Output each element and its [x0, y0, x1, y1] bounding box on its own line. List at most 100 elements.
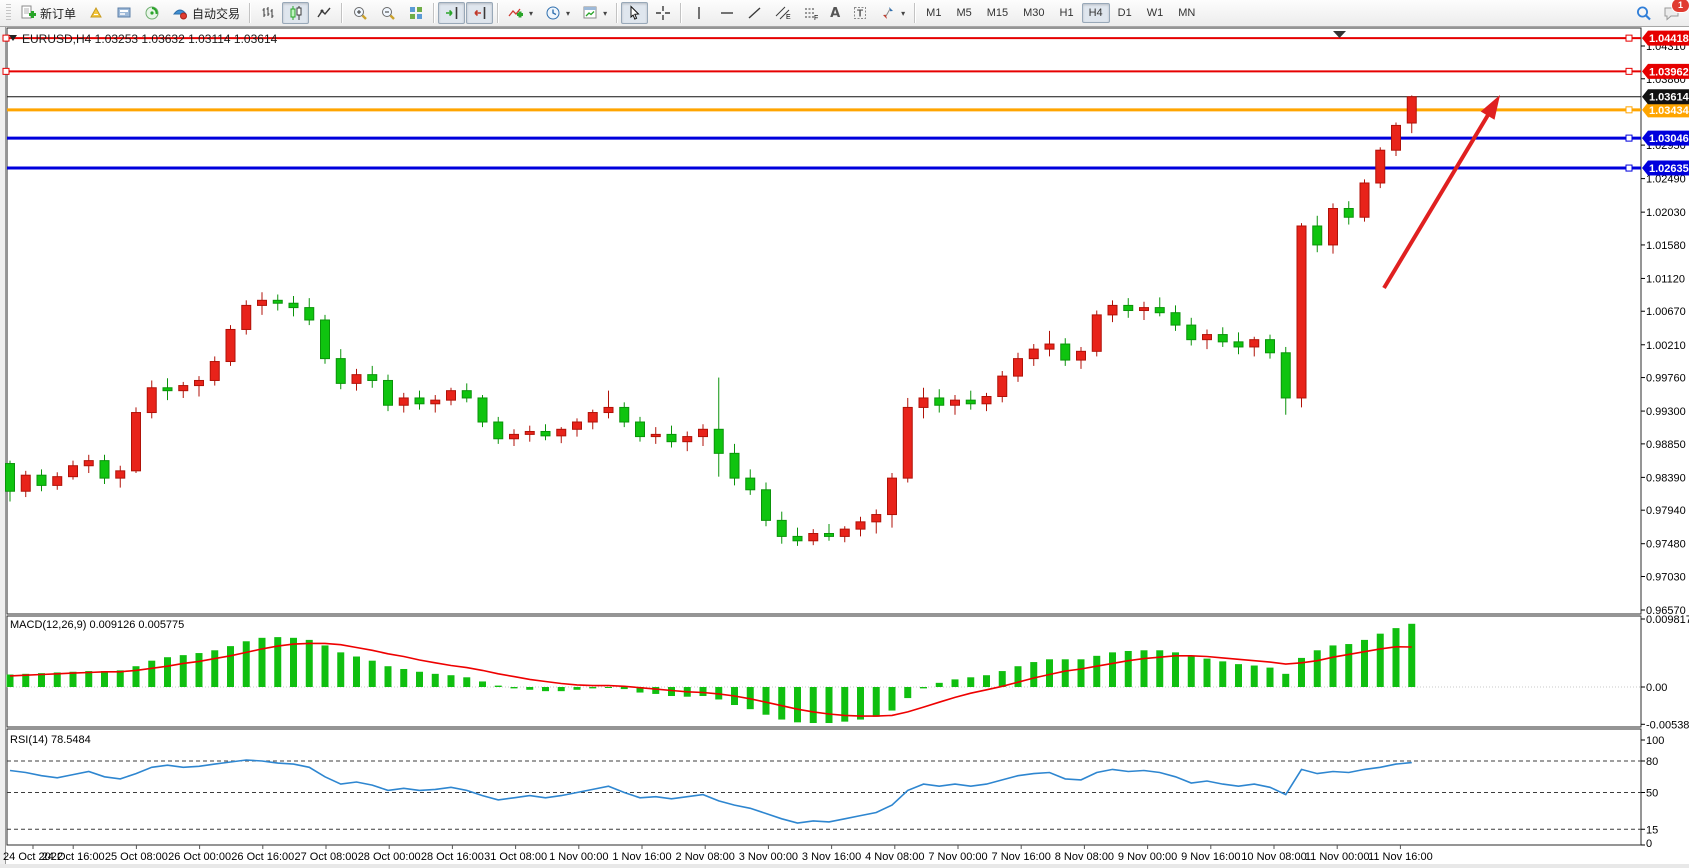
candle-body: [1218, 335, 1227, 342]
data-window-button[interactable]: [110, 2, 137, 24]
timeframe-m5-button[interactable]: M5: [949, 3, 978, 23]
macd-histogram-bar: [700, 687, 707, 696]
line-handle[interactable]: [3, 35, 9, 41]
navigator-icon: [143, 5, 160, 22]
bar-chart-button[interactable]: [254, 2, 281, 24]
candlestick-chart-icon: [287, 5, 304, 22]
macd-histogram-bar: [259, 638, 266, 687]
macd-pane: 0.0098170.00-0.005384MACD(12,26,9) 0.009…: [7, 614, 1689, 731]
chart-window[interactable]: 1.043101.038601.029501.024901.020301.015…: [0, 27, 1689, 868]
candle-body: [1187, 325, 1196, 340]
notifications-button[interactable]: 1: [1658, 2, 1685, 24]
candle-body: [368, 375, 377, 381]
macd-axis-label: -0.005384: [1646, 719, 1689, 731]
line-handle[interactable]: [1626, 135, 1632, 141]
templates-dropdown-button[interactable]: ▾: [576, 2, 612, 24]
toolbar-separator: [341, 3, 342, 23]
toolbar-grip[interactable]: [6, 4, 11, 22]
zoom-in-button[interactable]: [346, 2, 373, 24]
new-order-button[interactable]: 新订单: [14, 2, 81, 24]
candle-body: [415, 398, 424, 404]
new-order-icon: [19, 5, 36, 22]
line-handle[interactable]: [1626, 165, 1632, 171]
timeframe-m15-button[interactable]: M15: [980, 3, 1015, 23]
crosshair-tool-button[interactable]: [649, 2, 676, 24]
candlestick-chart-button[interactable]: [282, 2, 309, 24]
tile-windows-button[interactable]: [402, 2, 429, 24]
candle-body: [573, 422, 582, 429]
chart-canvas[interactable]: 1.043101.038601.029501.024901.020301.015…: [0, 27, 1689, 868]
macd-histogram-bar: [196, 653, 203, 687]
macd-histogram-bar: [1314, 650, 1321, 687]
zoom-out-button[interactable]: [374, 2, 401, 24]
candle-body: [525, 431, 534, 434]
indicators-dropdown-button[interactable]: ▾: [502, 2, 538, 24]
candle-body: [84, 461, 93, 466]
horizontal-line-icon: [718, 5, 735, 22]
macd-histogram-bar: [967, 677, 974, 687]
macd-histogram-bar: [322, 645, 329, 687]
line-handle[interactable]: [1626, 68, 1632, 74]
price-axis-label: 0.97480: [1646, 539, 1686, 551]
chart-shift-button[interactable]: [466, 2, 493, 24]
candle-body: [856, 522, 865, 529]
macd-histogram-bar: [1015, 666, 1022, 687]
time-axis-label: 2 Nov 08:00: [676, 851, 735, 863]
candle-body: [478, 398, 487, 422]
macd-histogram-bar: [101, 671, 108, 687]
navigator-button[interactable]: [138, 2, 165, 24]
channel-tool-button[interactable]: E: [769, 2, 796, 24]
trend-arrow-annotation[interactable]: [1384, 95, 1500, 288]
chart-shift-marker[interactable]: [1333, 31, 1346, 38]
candle-body: [966, 400, 975, 404]
arrow-head[interactable]: [1481, 95, 1500, 120]
price-axis-label: 1.01580: [1646, 240, 1686, 252]
timeframe-h4-button[interactable]: H4: [1082, 3, 1110, 23]
trendline-tool-button[interactable]: [741, 2, 768, 24]
time-axis-label: 11 Nov 00:00: [1305, 851, 1370, 863]
candle-body: [6, 464, 15, 492]
macd-histogram-bar: [70, 672, 77, 687]
search-button[interactable]: [1630, 2, 1657, 24]
time-axis: 24 Oct 202224 Oct 16:0025 Oct 08:0026 Oc…: [3, 845, 1433, 863]
timeframe-m1-button[interactable]: M1: [919, 3, 948, 23]
text-tool-button[interactable]: A: [825, 2, 845, 24]
vertical-line-icon: [690, 5, 707, 22]
macd-axis-label: 0.00: [1646, 682, 1667, 694]
candle-body: [793, 536, 802, 540]
timeframe-h1-button[interactable]: H1: [1053, 3, 1081, 23]
timeframe-group: M1M5M15M30H1H4D1W1MN: [919, 3, 1202, 23]
horizontal-line-tool-button[interactable]: [713, 2, 740, 24]
price-axis-label: 1.01120: [1646, 273, 1685, 285]
candle-body: [1029, 349, 1038, 358]
candle-body: [1266, 340, 1275, 353]
macd-histogram-bar: [337, 652, 344, 687]
market-watch-button[interactable]: [82, 2, 109, 24]
auto-scroll-button[interactable]: [438, 2, 465, 24]
autotrading-button[interactable]: 自动交易: [166, 2, 245, 24]
candle-body: [1281, 353, 1290, 398]
macd-histogram-bar: [936, 683, 943, 687]
macd-histogram-bar: [1361, 640, 1368, 687]
macd-histogram-bar: [574, 687, 581, 690]
candle-body: [714, 429, 723, 453]
candle-body: [1297, 226, 1306, 398]
text-label-tool-button[interactable]: T: [846, 2, 873, 24]
line-handle[interactable]: [3, 68, 9, 74]
line-handle[interactable]: [1626, 107, 1632, 113]
timeframe-d1-button[interactable]: D1: [1111, 3, 1139, 23]
arrows-dropdown-button[interactable]: ▾: [874, 2, 910, 24]
timeframe-m30-button[interactable]: M30: [1016, 3, 1051, 23]
vertical-line-tool-button[interactable]: [685, 2, 712, 24]
cursor-tool-button[interactable]: [621, 2, 648, 24]
macd-histogram-bar: [889, 687, 896, 711]
fibonacci-tool-button[interactable]: F: [797, 2, 824, 24]
autotrading-label: 自动交易: [192, 5, 240, 22]
timeframe-w1-button[interactable]: W1: [1140, 3, 1171, 23]
macd-histogram-bar: [243, 641, 250, 687]
periods-dropdown-button[interactable]: ▾: [539, 2, 575, 24]
line-handle[interactable]: [1626, 35, 1632, 41]
line-chart-button[interactable]: [310, 2, 337, 24]
timeframe-mn-button[interactable]: MN: [1171, 3, 1202, 23]
candle-body: [588, 413, 597, 422]
